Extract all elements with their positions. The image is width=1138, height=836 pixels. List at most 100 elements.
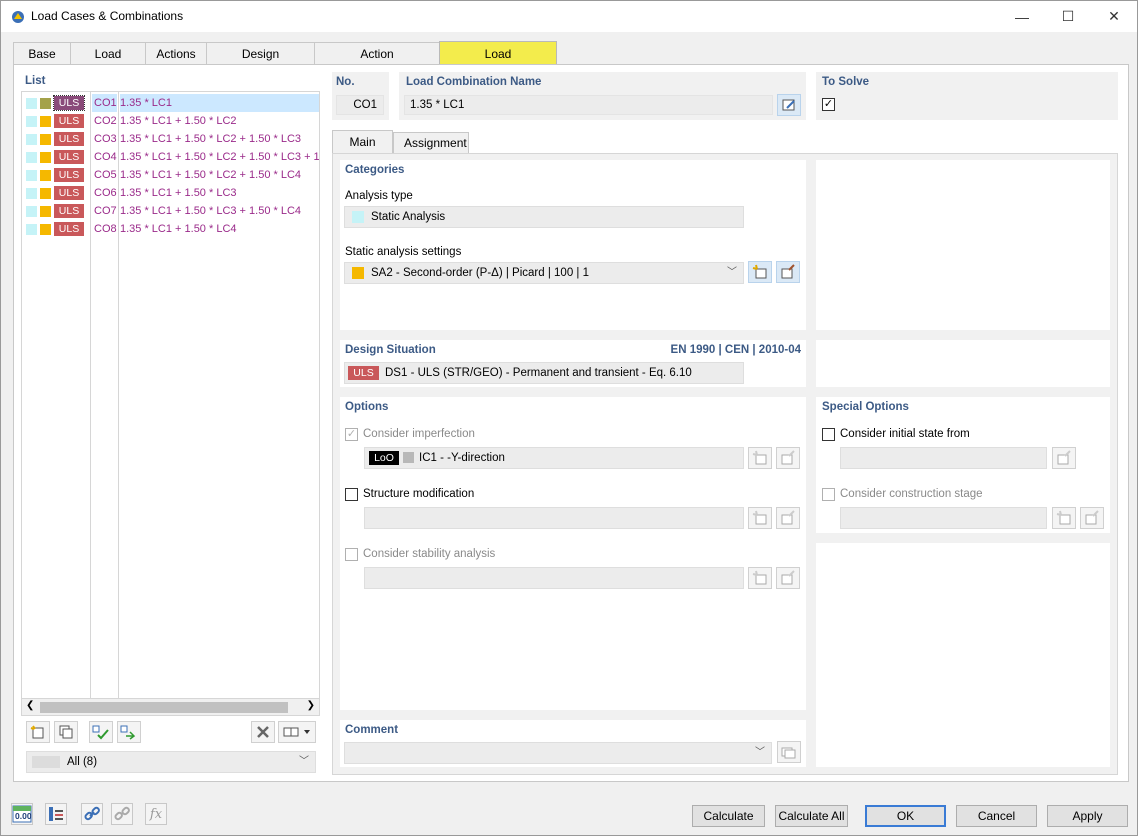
check-all-button[interactable] xyxy=(89,721,113,743)
uls-badge: ULS xyxy=(54,114,84,128)
filter-value: All (8) xyxy=(67,756,98,768)
new-item-icon xyxy=(752,570,767,585)
to-solve-panel: To Solve ✓ xyxy=(816,72,1118,120)
copy-combination-button[interactable] xyxy=(54,721,78,743)
static-settings-select[interactable]: SA2 - Second-order (P-Δ) | Picard | 100 … xyxy=(344,262,744,284)
static-settings-label: Static analysis settings xyxy=(345,246,462,258)
display-settings-button[interactable] xyxy=(45,803,67,825)
comment-library-button[interactable] xyxy=(777,741,801,763)
uls-badge: ULS xyxy=(54,222,84,236)
delete-button[interactable] xyxy=(251,721,275,743)
new-construction-stage-button[interactable] xyxy=(1052,507,1076,529)
to-solve-checkbox[interactable]: ✓ xyxy=(822,98,835,111)
calculate-button[interactable]: Calculate xyxy=(692,805,765,827)
type-color-swatch xyxy=(26,224,37,235)
new-structure-modification-button[interactable] xyxy=(748,507,772,529)
list-item[interactable]: ULS CO8 1.35 * LC1 + 1.50 * LC4 xyxy=(22,220,319,238)
number-panel: No. CO1 xyxy=(332,72,389,120)
design-situation-value: DS1 - ULS (STR/GEO) - Permanent and tran… xyxy=(385,367,692,379)
edit-structure-modification-button[interactable] xyxy=(776,507,800,529)
unlink-icon xyxy=(114,806,130,821)
categories-side-panel xyxy=(816,160,1110,330)
list-item[interactable]: ULS CO6 1.35 * LC1 + 1.50 * LC3 xyxy=(22,184,319,202)
combination-name-input[interactable]: 1.35 * LC1 xyxy=(404,95,773,115)
edit-name-button[interactable] xyxy=(777,94,801,116)
toggle-check-icon xyxy=(120,725,136,740)
combination-formula: 1.35 * LC1 + 1.50 * LC3 xyxy=(120,187,237,199)
toggle-check-button[interactable] xyxy=(117,721,141,743)
construction-stage-checkbox[interactable] xyxy=(822,488,835,501)
units-button[interactable]: 0.00 xyxy=(11,803,33,825)
stability-analysis-checkbox[interactable] xyxy=(345,548,358,561)
library-icon xyxy=(781,747,796,759)
view-options-button[interactable] xyxy=(278,721,316,743)
list-label: List xyxy=(25,75,46,87)
tab-design-situations[interactable]: Design Situations xyxy=(206,42,315,83)
tab-base[interactable]: Base xyxy=(13,42,71,65)
scrollbar-thumb[interactable] xyxy=(40,702,288,713)
new-stability-button[interactable] xyxy=(748,567,772,589)
units-label: 0.00 xyxy=(15,811,32,821)
list-horizontal-scrollbar[interactable]: ❮ ❯ xyxy=(21,699,320,716)
combination-list: ULS CO1 1.35 * LC1 ULS CO2 1.35 * LC1 + 1.50 … xyxy=(21,91,320,700)
settings-color-swatch xyxy=(352,267,364,279)
tab-load-cases[interactable]: Load Cases xyxy=(70,42,146,83)
list-filter-select[interactable]: All (8) ﹀ xyxy=(26,751,316,773)
tab-load-combinations[interactable]: Load Combinations xyxy=(439,41,557,85)
delete-x-icon xyxy=(257,726,269,738)
scroll-right-arrow-icon[interactable]: ❯ xyxy=(307,700,315,711)
combination-color-swatch xyxy=(40,134,51,145)
dialog-window: Load Cases & Combinations — ☐ ✕ Base Loa… xyxy=(0,0,1138,836)
edit-initial-state-button[interactable] xyxy=(1052,447,1076,469)
minimize-button[interactable]: — xyxy=(999,1,1045,32)
structure-modification-checkbox[interactable] xyxy=(345,488,358,501)
edit-icon xyxy=(1085,510,1099,525)
ok-button[interactable]: OK xyxy=(865,805,946,827)
consider-imperfection-checkbox[interactable]: ✓ xyxy=(345,428,358,441)
subtab-assignment[interactable]: Assignment xyxy=(393,132,469,153)
chevron-down-icon: ﹀ xyxy=(755,747,765,758)
special-side-panel xyxy=(816,543,1110,767)
new-static-settings-button[interactable] xyxy=(748,261,772,283)
edit-static-settings-button[interactable] xyxy=(776,261,800,283)
list-item[interactable]: ULS CO1 1.35 * LC1 xyxy=(22,94,319,112)
uls-badge: ULS xyxy=(54,168,84,182)
edit-stability-button[interactable] xyxy=(776,567,800,589)
analysis-color-swatch xyxy=(352,211,364,223)
new-item-icon xyxy=(752,450,767,465)
apply-button[interactable]: Apply xyxy=(1047,805,1128,827)
new-imperfection-button[interactable] xyxy=(748,447,772,469)
new-combination-button[interactable] xyxy=(26,721,50,743)
list-item[interactable]: ULS CO2 1.35 * LC1 + 1.50 * LC2 xyxy=(22,112,319,130)
link-button[interactable] xyxy=(81,803,103,825)
display-settings-icon xyxy=(49,807,63,821)
combination-formula: 1.35 * LC1 + 1.50 * LC2 + 1.50 * LC3 + 1 xyxy=(120,151,319,163)
list-item[interactable]: ULS CO5 1.35 * LC1 + 1.50 * LC2 + 1.50 * L… xyxy=(22,166,319,184)
combination-color-swatch xyxy=(40,188,51,199)
view-options-icon xyxy=(283,727,310,737)
scroll-left-arrow-icon[interactable]: ❮ xyxy=(26,700,34,711)
list-item[interactable]: ULS CO7 1.35 * LC1 + 1.50 * LC3 + 1.50 * L… xyxy=(22,202,319,220)
list-item[interactable]: ULS CO4 1.35 * LC1 + 1.50 * LC2 + 1.50 * L… xyxy=(22,148,319,166)
formula-button[interactable]: fx xyxy=(145,803,167,825)
cancel-button[interactable]: Cancel xyxy=(956,805,1037,827)
initial-state-checkbox[interactable] xyxy=(822,428,835,441)
app-icon xyxy=(12,11,24,23)
calculate-all-button[interactable]: Calculate All xyxy=(775,805,848,827)
close-button[interactable]: ✕ xyxy=(1091,1,1137,32)
subtab-main[interactable]: Main xyxy=(332,130,393,153)
edit-construction-stage-button[interactable] xyxy=(1080,507,1104,529)
list-item[interactable]: ULS CO3 1.35 * LC1 + 1.50 * LC2 + 1.50 * L… xyxy=(22,130,319,148)
maximize-button[interactable]: ☐ xyxy=(1045,1,1091,32)
unlink-button[interactable] xyxy=(111,803,133,825)
edit-imperfection-button[interactable] xyxy=(776,447,800,469)
edit-pencil-icon xyxy=(782,99,795,111)
combination-id: CO3 xyxy=(94,133,117,145)
comment-input[interactable]: ﹀ xyxy=(344,742,772,764)
number-field: CO1 xyxy=(336,95,384,115)
new-item-icon xyxy=(1056,510,1071,525)
comment-title: Comment xyxy=(345,724,399,736)
tab-actions[interactable]: Actions xyxy=(145,42,207,65)
tab-action-combinations[interactable]: Action Combinations xyxy=(314,42,440,83)
combination-color-swatch xyxy=(40,116,51,127)
